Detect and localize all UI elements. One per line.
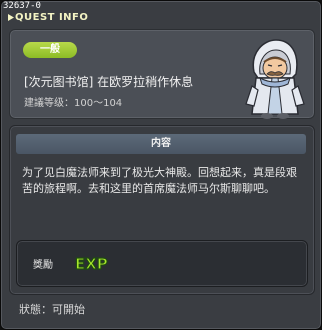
quest-name: [次元图书馆] 在欧罗拉稍作休息 [24,75,194,89]
reward-box: 獎勵 EXP [16,240,308,287]
quest-category-badge: 一般 [23,42,77,58]
quest-info-window: 32637-0 QUEST INFO 一般 [次元图书馆] 在欧罗拉稍作休息 建… [0,0,322,330]
content-header: 内容 [16,134,306,154]
quest-id-label: 32637-0 [3,1,41,11]
exp-icon[interactable]: EXP [74,251,110,275]
title-arrow-icon [8,14,14,21]
svg-text:EXP: EXP [75,255,108,273]
quest-content-panel: 内容 为了见白魔法师来到了极光大神殿。回想起来，真是段艰苦的旅程啊。去和这里的首… [9,125,315,295]
quest-recommended-level: 建議等级：100～104 [24,98,123,109]
npc-portrait [245,39,305,119]
quest-description: 为了见白魔法师来到了极光大神殿。回想起来，真是段艰苦的旅程啊。去和这里的首席魔法… [22,166,297,195]
quest-summary-panel: 一般 [次元图书馆] 在欧罗拉稍作休息 建議等级：100～104 [9,29,315,119]
window-title: QUEST INFO [15,12,89,23]
reward-label: 獎勵 [33,260,53,271]
quest-status: 狀態：可開始 [19,303,85,316]
title-bar[interactable]: QUEST INFO [1,11,321,27]
